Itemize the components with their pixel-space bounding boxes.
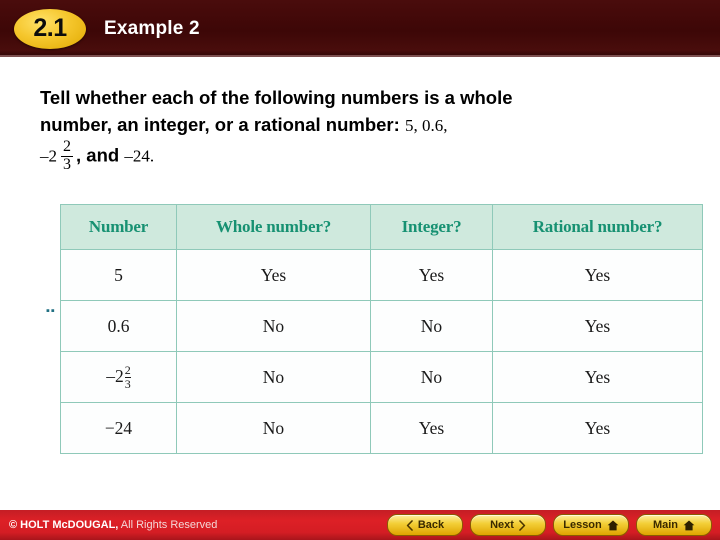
- cell-number: 0.6: [60, 300, 177, 352]
- lesson-number-text: 2.1: [33, 14, 67, 42]
- mixed-whole-part: –2: [106, 366, 124, 387]
- stray-artifact-mark: ▪▪: [46, 308, 56, 315]
- problem-text-2: number, an integer, or a rational number…: [40, 114, 400, 135]
- column-header-number: Number: [60, 204, 177, 250]
- problem-line-2: number, an integer, or a rational number…: [40, 111, 690, 139]
- problem-statement: Tell whether each of the following numbe…: [40, 84, 690, 174]
- copyright-notice: © HOLT McDOUGAL, All Rights Reserved: [9, 519, 217, 531]
- problem-text-3: , and: [76, 144, 120, 166]
- table-row: 0.6 No No Yes: [60, 300, 703, 352]
- copyright-rights: All Rights Reserved: [120, 519, 218, 531]
- cell-whole-number: No: [176, 300, 371, 352]
- cell-integer: Yes: [370, 402, 493, 454]
- table-row: 5 Yes Yes Yes: [60, 249, 703, 301]
- problem-numbers-1: 5, 0.6,: [404, 116, 448, 135]
- lesson-home-button[interactable]: Lesson: [553, 514, 629, 536]
- home-icon: [607, 520, 619, 531]
- cell-integer: No: [370, 351, 493, 403]
- next-button-label: Next: [490, 518, 514, 531]
- problem-numbers-2: –24.: [124, 146, 155, 166]
- home-icon: [683, 520, 695, 531]
- cell-whole-number: No: [176, 402, 371, 454]
- cell-number: 5: [60, 249, 177, 301]
- problem-mixed-fraction: 23: [61, 138, 73, 174]
- problem-text-1: Tell whether each of the following numbe…: [40, 87, 513, 108]
- copyright-holder: © HOLT McDOUGAL,: [9, 519, 119, 531]
- lesson-home-button-label: Lesson: [563, 518, 602, 531]
- table-row: –2 2 3 No No Yes: [60, 351, 703, 403]
- footer-bar: © HOLT McDOUGAL, All Rights Reserved Bac…: [0, 510, 720, 540]
- mixed-number: –2 2 3: [106, 364, 131, 390]
- chevron-right-icon: [519, 519, 526, 531]
- cell-rational-number: Yes: [492, 402, 703, 454]
- problem-line-1: Tell whether each of the following numbe…: [40, 84, 690, 111]
- table-row: −24 No Yes Yes: [60, 402, 703, 454]
- column-header-rational-number: Rational number?: [492, 204, 703, 250]
- back-button[interactable]: Back: [387, 514, 463, 536]
- fraction-denominator: 3: [61, 155, 73, 173]
- column-header-integer: Integer?: [370, 204, 493, 250]
- cell-number: −24: [60, 402, 177, 454]
- header-divider: [0, 55, 720, 57]
- fraction-denominator: 3: [124, 376, 131, 391]
- problem-line-3: –2 2 3, and –24.: [40, 138, 690, 174]
- page-title: Example 2: [104, 17, 200, 39]
- lesson-header: 2.1 Example 2: [0, 0, 720, 57]
- problem-mixed-whole: –2: [40, 146, 57, 166]
- column-header-whole-number: Whole number?: [176, 204, 371, 250]
- answer-table: Number Whole number? Integer? Rational n…: [60, 204, 703, 454]
- chevron-left-icon: [406, 519, 413, 531]
- next-button[interactable]: Next: [470, 514, 546, 536]
- cell-whole-number: Yes: [176, 249, 371, 301]
- cell-integer: No: [370, 300, 493, 352]
- answer-table-container: Number Whole number? Integer? Rational n…: [60, 204, 703, 454]
- table-header-row: Number Whole number? Integer? Rational n…: [60, 204, 703, 250]
- cell-rational-number: Yes: [492, 351, 703, 403]
- cell-rational-number: Yes: [492, 249, 703, 301]
- main-home-button[interactable]: Main: [636, 514, 712, 536]
- main-home-button-label: Main: [652, 518, 679, 531]
- cell-rational-number: Yes: [492, 300, 703, 352]
- cell-number: –2 2 3: [60, 351, 177, 403]
- mixed-fraction: 23: [124, 362, 131, 391]
- back-button-label: Back: [417, 518, 445, 531]
- fraction-numerator: 2: [124, 362, 131, 377]
- fraction-numerator: 2: [63, 138, 71, 155]
- cell-whole-number: No: [176, 351, 371, 403]
- cell-integer: Yes: [370, 249, 493, 301]
- lesson-number-badge: 2.1: [14, 8, 86, 49]
- navigation-bar: Back Next Lesson Main: [387, 514, 712, 536]
